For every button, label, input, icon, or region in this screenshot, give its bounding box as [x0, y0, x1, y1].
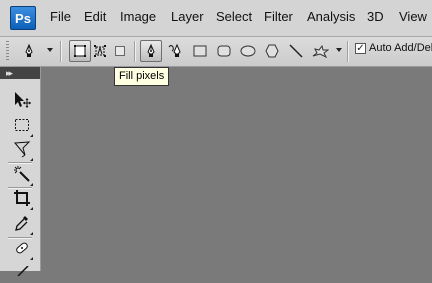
shape-dropdown-arrow-icon[interactable]: [336, 48, 342, 52]
marquee-tool-icon: [14, 118, 30, 137]
freeform-pen-icon: [168, 43, 186, 59]
flyout-indicator: [30, 207, 33, 210]
separator: [347, 41, 349, 62]
auto-add-delete-label: Auto Add/Dele: [369, 42, 432, 54]
pen-tool-icon: [143, 43, 159, 59]
freeform-pen-button[interactable]: [166, 40, 188, 62]
options-bar: [0, 37, 432, 67]
flyout-indicator: [30, 183, 33, 186]
lasso-tool-icon: [13, 140, 31, 163]
crop-tool-icon: [13, 189, 31, 212]
rounded-rectangle-icon: [217, 45, 231, 57]
double-chevron-icon[interactable]: ▸▸: [6, 68, 13, 79]
fill-pixels-button[interactable]: [109, 40, 131, 62]
menu-bar: Ps File Edit Image Layer Select Filter A…: [0, 0, 432, 37]
healing-brush-tool[interactable]: [10, 239, 34, 261]
flyout-indicator: [30, 232, 33, 235]
shape-layers-button[interactable]: [69, 40, 91, 62]
pen-tool-icon: [21, 43, 37, 59]
preset-dropdown-arrow-icon[interactable]: [47, 48, 53, 52]
ellipse-tool-button[interactable]: [237, 40, 259, 62]
custom-shape-icon: [311, 44, 329, 58]
menu-edit[interactable]: Edit: [84, 9, 106, 24]
move-tool[interactable]: [10, 91, 34, 113]
polygon-icon: [265, 44, 279, 58]
ellipse-icon: [240, 45, 256, 57]
eyedropper-tool[interactable]: [10, 214, 34, 236]
pen-tool-button[interactable]: [140, 40, 162, 62]
menu-filter[interactable]: Filter: [264, 9, 293, 24]
menu-file[interactable]: File: [50, 9, 71, 24]
line-icon: [289, 44, 303, 58]
line-tool-button[interactable]: [285, 40, 307, 62]
magic-wand-tool[interactable]: [10, 165, 34, 187]
flyout-indicator: [30, 158, 33, 161]
separator: [134, 41, 136, 62]
menu-image[interactable]: Image: [120, 9, 156, 24]
marquee-tool[interactable]: [10, 116, 34, 138]
menu-select[interactable]: Select: [216, 9, 252, 24]
rectangle-icon: [193, 45, 207, 57]
tools-panel-header[interactable]: ▸▸: [0, 67, 40, 79]
auto-add-delete-checkbox[interactable]: ✓: [355, 43, 366, 54]
eyedropper-icon: [14, 214, 30, 237]
menu-view[interactable]: View: [399, 9, 427, 24]
healing-brush-icon: [13, 239, 31, 262]
tooltip: Fill pixels: [114, 67, 170, 86]
fill-pixels-icon: [114, 45, 126, 57]
separator: [60, 41, 62, 62]
menu-analysis[interactable]: Analysis: [307, 9, 355, 24]
brush-tool[interactable]: [10, 261, 34, 283]
custom-shape-tool-button[interactable]: [309, 40, 331, 62]
crop-tool[interactable]: [10, 189, 34, 211]
menu-3d[interactable]: 3D: [367, 9, 384, 24]
menu-layer[interactable]: Layer: [171, 9, 204, 24]
flyout-indicator: [30, 257, 33, 260]
move-tool-icon: [12, 91, 32, 114]
shape-layers-icon: [73, 44, 87, 58]
photoshop-logo: Ps: [10, 6, 36, 30]
polygon-tool-button[interactable]: [261, 40, 283, 62]
tools-panel: ▸▸: [0, 67, 41, 277]
flyout-indicator: [30, 134, 33, 137]
paths-icon: [93, 44, 107, 58]
rectangle-tool-button[interactable]: [189, 40, 211, 62]
options-bar-grip[interactable]: [6, 41, 9, 62]
brush-tool-icon: [14, 263, 30, 281]
rounded-rectangle-tool-button[interactable]: [213, 40, 235, 62]
tool-preset-picker[interactable]: [18, 40, 40, 62]
lasso-tool[interactable]: [10, 140, 34, 162]
paths-button[interactable]: [89, 40, 111, 62]
magic-wand-icon: [13, 165, 31, 188]
